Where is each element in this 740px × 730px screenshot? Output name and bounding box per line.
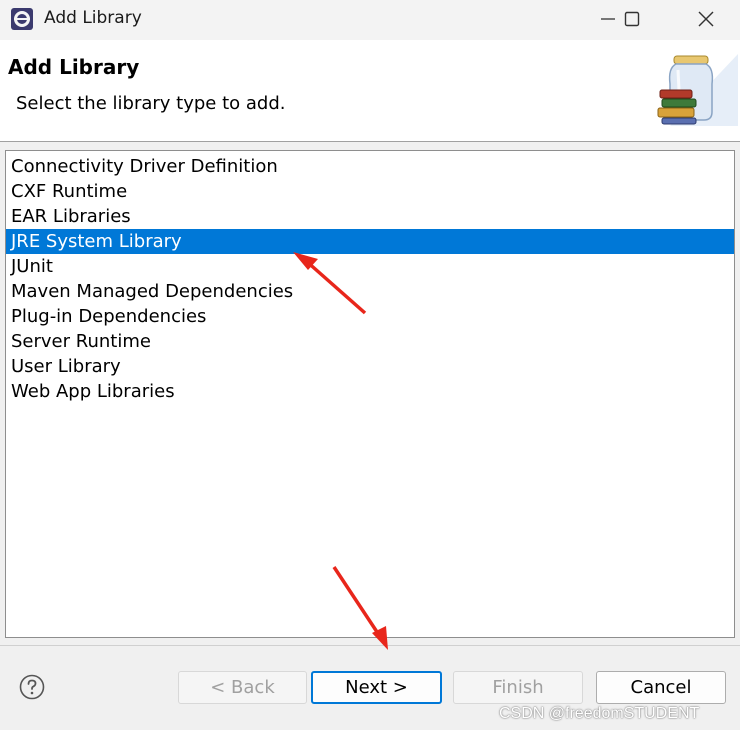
next-button[interactable]: Next > (311, 671, 442, 704)
watermark: CSDN @freedomSTUDENT (499, 705, 700, 722)
maximize-button[interactable] (602, 0, 662, 38)
library-type-list[interactable]: Connectivity Driver Definition CXF Runtim… (5, 150, 735, 638)
list-item-web-app-libraries[interactable]: Web App Libraries (6, 379, 734, 404)
wizard-header: Add Library Select the library type to a… (0, 40, 740, 141)
footer-separator (0, 645, 740, 646)
maximize-icon (624, 11, 640, 27)
list-item-connectivity-driver-definition[interactable]: Connectivity Driver Definition (6, 154, 734, 179)
cancel-button[interactable]: Cancel (596, 671, 726, 704)
library-jar-books-icon (657, 54, 738, 126)
back-button[interactable]: < Back (178, 671, 307, 704)
close-icon (698, 11, 714, 27)
list-item-junit[interactable]: JUnit (6, 254, 734, 279)
list-item-server-runtime[interactable]: Server Runtime (6, 329, 734, 354)
window-title: Add Library (44, 8, 142, 28)
page-description: Select the library type to add. (16, 93, 286, 114)
list-item-maven-managed-dependencies[interactable]: Maven Managed Dependencies (6, 279, 734, 304)
header-separator (0, 141, 740, 142)
finish-button[interactable]: Finish (453, 671, 583, 704)
list-item-plug-in-dependencies[interactable]: Plug-in Dependencies (6, 304, 734, 329)
close-button[interactable] (676, 0, 736, 38)
eclipse-icon (11, 8, 33, 30)
list-item-ear-libraries[interactable]: EAR Libraries (6, 204, 734, 229)
list-item-cxf-runtime[interactable]: CXF Runtime (6, 179, 734, 204)
title-bar: Add Library (0, 0, 740, 40)
list-item-jre-system-library[interactable]: JRE System Library (6, 229, 734, 254)
page-title: Add Library (8, 55, 140, 79)
help-icon[interactable] (19, 674, 45, 700)
list-item-user-library[interactable]: User Library (6, 354, 734, 379)
